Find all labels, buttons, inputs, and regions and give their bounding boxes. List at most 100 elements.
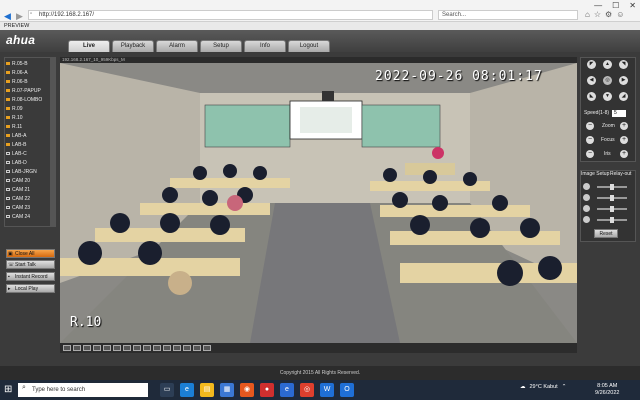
internet-explorer-icon[interactable]: e (280, 383, 294, 397)
tab-relay-out[interactable]: Relay-out (610, 171, 631, 177)
record-toggle-icon[interactable] (183, 345, 191, 351)
gear-icon[interactable]: ⚙ (605, 10, 612, 19)
ptz-right-icon[interactable]: ▶ (619, 76, 628, 85)
camera-item[interactable]: LAB-AM (6, 132, 55, 140)
iris-close-button[interactable]: − (586, 150, 594, 158)
slider-handle[interactable] (610, 195, 614, 201)
camera-item[interactable]: R.06-BM (6, 78, 55, 86)
saturation-slider[interactable] (597, 206, 627, 212)
camera-item[interactable]: LAB-D (6, 159, 55, 167)
fullscreen-icon[interactable] (163, 345, 171, 351)
camera-item[interactable]: R.07-PAPUPM (6, 87, 55, 95)
app-icon[interactable]: ● (260, 383, 274, 397)
firefox-icon[interactable]: ◉ (240, 383, 254, 397)
layout-36-icon[interactable] (153, 345, 161, 351)
audio-icon[interactable] (193, 345, 201, 351)
focus-out-button[interactable]: − (586, 136, 594, 144)
ptz-left-icon[interactable]: ◀ (587, 76, 596, 85)
camera-item[interactable]: R.06-AM (6, 69, 55, 77)
maximize-icon[interactable]: ☐ (612, 1, 619, 10)
camera-item[interactable]: R.11M (6, 123, 55, 131)
contrast-slider[interactable] (597, 195, 627, 201)
layout-1-icon[interactable] (63, 345, 71, 351)
back-arrow-icon[interactable]: ◀ (4, 11, 11, 22)
windows-start-icon[interactable]: ⊞ (4, 384, 12, 395)
layout-4-icon[interactable] (73, 345, 81, 351)
browser-tab[interactable]: PREVIEW (0, 22, 640, 30)
weather-text[interactable]: 29°C Kabut (530, 384, 558, 390)
focus-in-button[interactable]: + (620, 136, 628, 144)
file-explorer-icon[interactable]: ▤ (200, 383, 214, 397)
minimize-icon[interactable]: — (594, 1, 602, 10)
tab-setup[interactable]: Setup (200, 40, 242, 52)
layout-13-icon[interactable] (113, 345, 121, 351)
ptz-up-icon[interactable]: ▲ (603, 60, 612, 69)
outlook-icon[interactable]: O (340, 383, 354, 397)
local-play-button[interactable]: ▸ Local Play (6, 284, 55, 293)
tab-image-setup[interactable]: Image Setup (581, 171, 609, 177)
slider-handle[interactable] (610, 184, 614, 190)
close-icon[interactable]: ✕ (629, 1, 636, 10)
layout-25-icon[interactable] (143, 345, 151, 351)
live-video-feed[interactable] (60, 63, 577, 343)
snapshot-icon[interactable] (173, 345, 181, 351)
brightness-slider[interactable] (597, 184, 627, 190)
camera-item[interactable]: LAB-JRGN (6, 168, 55, 176)
store-icon[interactable]: ▦ (220, 383, 234, 397)
ptz-up-left-icon[interactable]: ◤ (587, 60, 596, 69)
ptz-down-right-icon[interactable]: ◢ (619, 92, 628, 101)
tab-info[interactable]: Info (244, 40, 286, 52)
hue-slider[interactable] (597, 217, 627, 223)
smiley-icon[interactable]: ☺ (616, 10, 624, 19)
camera-item[interactable]: R.05-BM (6, 60, 55, 68)
tab-live[interactable]: Live (68, 40, 110, 52)
chrome-icon[interactable]: ◎ (300, 383, 314, 397)
ptz-down-left-icon[interactable]: ◣ (587, 92, 596, 101)
star-icon[interactable]: ☆ (594, 10, 601, 19)
instant-record-button[interactable]: ▪ Instant Record (6, 272, 55, 281)
slider-handle[interactable] (610, 217, 614, 223)
start-talk-button[interactable]: ☏ Start Talk (6, 260, 55, 269)
camera-label: R.10 (12, 115, 23, 121)
taskbar-clock[interactable]: 8:05 AM 9/26/2022 (595, 383, 619, 397)
camera-item[interactable]: LAB-C (6, 150, 55, 158)
layout-8-icon[interactable] (93, 345, 101, 351)
edge-icon[interactable]: e (180, 383, 194, 397)
reset-button[interactable]: Reset (594, 229, 618, 238)
forward-arrow-icon[interactable]: ▶ (16, 11, 23, 22)
camera-item[interactable]: CAM 23 (6, 204, 55, 212)
camera-item[interactable]: CAM 21 (6, 186, 55, 194)
zoom-out-button[interactable]: − (586, 122, 594, 130)
layout-16-icon[interactable] (123, 345, 131, 351)
layout-9-icon[interactable] (103, 345, 111, 351)
ptz-down-icon[interactable]: ▼ (603, 92, 612, 101)
tab-logout[interactable]: Logout (288, 40, 330, 52)
home-icon[interactable]: ⌂ (585, 10, 590, 19)
task-view-icon[interactable]: ▭ (160, 383, 174, 397)
ptz-up-right-icon[interactable]: ◥ (619, 60, 628, 69)
slider-handle[interactable] (610, 206, 614, 212)
camera-item[interactable]: CAM 22 (6, 195, 55, 203)
ptz-center-icon[interactable]: ◎ (603, 76, 612, 85)
taskbar-search-input[interactable]: Type here to search (18, 383, 148, 397)
zoom-icon[interactable] (203, 345, 211, 351)
camera-item[interactable]: R.08-LOMBOM (6, 96, 55, 104)
camera-item[interactable]: R.10M (6, 114, 55, 122)
close-all-button[interactable]: ▣ Close All (6, 249, 55, 258)
camera-list-scrollbar[interactable] (50, 57, 56, 227)
address-bar[interactable]: http://192.168.2.167/ (28, 10, 433, 20)
layout-20-icon[interactable] (133, 345, 141, 351)
camera-item[interactable]: R.09M (6, 105, 55, 113)
zoom-in-button[interactable]: + (620, 122, 628, 130)
layout-6-icon[interactable] (83, 345, 91, 351)
browser-search-input[interactable]: Search... (438, 10, 578, 20)
word-icon[interactable]: W (320, 383, 334, 397)
iris-open-button[interactable]: + (620, 150, 628, 158)
network-icon[interactable]: ⌃ (562, 384, 567, 390)
tab-alarm[interactable]: Alarm (156, 40, 198, 52)
camera-item[interactable]: CAM 24 (6, 213, 55, 221)
speed-select[interactable]: 5 (612, 110, 626, 117)
tab-playback[interactable]: Playback (112, 40, 154, 52)
camera-item[interactable]: LAB-BM (6, 141, 55, 149)
camera-item[interactable]: CAM 20 (6, 177, 55, 185)
